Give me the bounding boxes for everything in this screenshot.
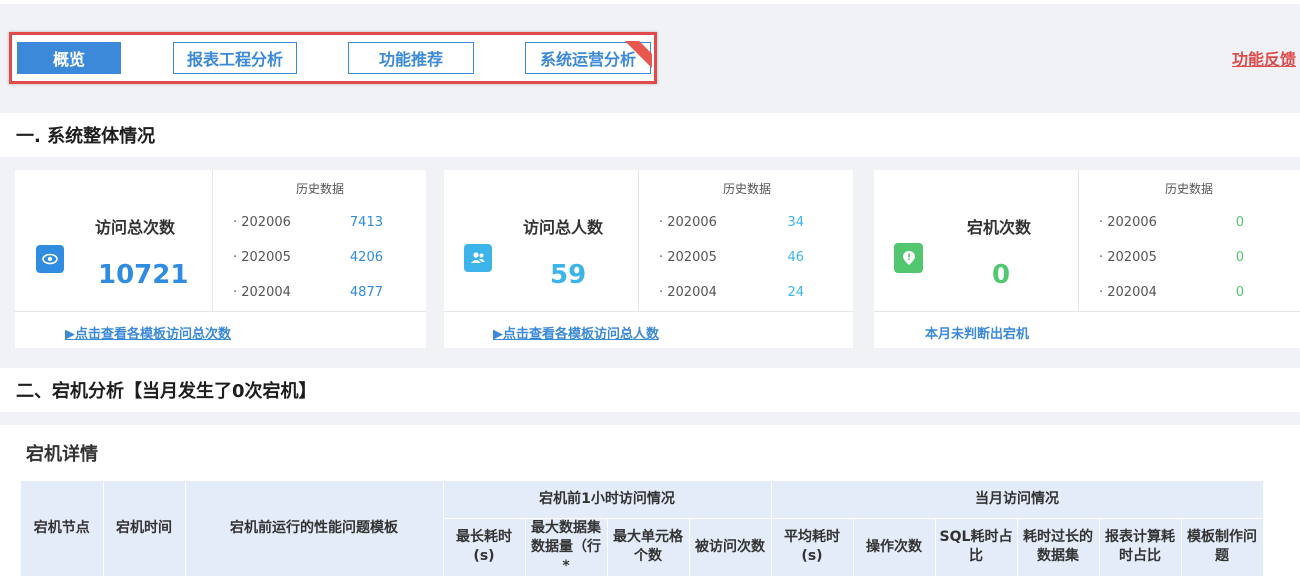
section-title-overall: 一. 系统整体情况: [0, 113, 1300, 157]
history-period: · 202004: [233, 285, 291, 300]
history-panel: 历史数据 · 202006 0 · 202005 0 · 202004 0: [1079, 170, 1300, 311]
metric-main: 访问总次数 10721: [15, 170, 213, 311]
history-period: · 202006: [1099, 215, 1157, 230]
history-value: 0: [1235, 215, 1244, 230]
history-period: · 202006: [233, 215, 291, 230]
view-template-users-link[interactable]: ▶点击查看各模板访问总人数: [493, 323, 659, 342]
col-group-before-crash: 宕机前1小时访问情况: [443, 481, 772, 519]
col-max-dataset: 最大数据集数据量（行*: [525, 518, 608, 577]
view-template-visits-link[interactable]: ▶点击查看各模板访问总次数: [65, 323, 231, 342]
history-value: 46: [787, 250, 804, 265]
col-problem-template: 宕机前运行的性能问题模板: [185, 481, 444, 577]
crash-status-note: 本月未判断出宕机: [925, 327, 1030, 342]
history-value: 4206: [349, 250, 383, 265]
tab-overview[interactable]: 概览: [17, 42, 121, 74]
card-footer: ▶点击查看各模板访问总人数: [444, 311, 853, 348]
history-value: 34: [787, 215, 804, 230]
crash-detail-panel: 宕机详情 宕机节点 宕机时间 宕机前运行的性能问题模板 宕机前1小时访问情况 当…: [0, 425, 1300, 584]
history-panel: 历史数据 · 202006 34 · 202005 46 · 202004 24: [639, 170, 853, 311]
tab-feature-recommend[interactable]: 功能推荐: [348, 42, 474, 74]
metric-title: 宕机次数: [967, 218, 1032, 237]
col-template-issue: 模板制作问题: [1181, 518, 1264, 577]
metric-value: 0: [992, 260, 1011, 290]
metric-value: 59: [550, 260, 587, 290]
history-period: · 202004: [1099, 285, 1157, 300]
history-value: 4877: [349, 285, 383, 300]
history-period: · 202005: [233, 250, 291, 265]
history-period: · 202005: [659, 250, 717, 265]
col-max-cells: 最大单元格个数: [607, 518, 690, 577]
eye-icon: [36, 245, 64, 273]
tab-system-operations[interactable]: 系统运营分析: [525, 42, 651, 74]
col-operations: 操作次数: [853, 518, 936, 577]
history-period: · 202005: [1099, 250, 1157, 265]
history-panel: 历史数据 · 202006 7413 · 202005 4206 · 20200…: [213, 170, 426, 311]
history-title: 历史数据: [296, 182, 345, 196]
metric-card-crashes: 宕机次数 0 历史数据 · 202006 0 · 202005 0 · 2020…: [874, 170, 1300, 348]
tab-bar: 概览 报表工程分析 功能推荐 系统运营分析: [9, 32, 657, 84]
history-value: 7413: [349, 215, 383, 230]
col-visits: 被访问次数: [689, 518, 772, 577]
col-avg-time: 平均耗时(s): [771, 518, 854, 577]
history-title: 历史数据: [1165, 182, 1214, 196]
history-value: 0: [1235, 285, 1244, 300]
tab-report-project-analysis[interactable]: 报表工程分析: [173, 42, 297, 74]
col-max-time: 最长耗时(s): [443, 518, 526, 577]
col-calc-ratio: 报表计算耗时占比: [1099, 518, 1182, 577]
crash-detail-table: 宕机节点 宕机时间 宕机前运行的性能问题模板 宕机前1小时访问情况 当月访问情况…: [21, 481, 1264, 577]
metric-main: 访问总人数 59: [444, 170, 639, 311]
col-slow-dataset: 耗时过长的数据集: [1017, 518, 1100, 577]
history-period: · 202004: [659, 285, 717, 300]
card-footer: ▶点击查看各模板访问总次数: [15, 311, 426, 348]
history-value: 0: [1235, 250, 1244, 265]
new-ribbon-icon: [622, 41, 652, 71]
metric-main: 宕机次数 0: [874, 170, 1079, 311]
history-title: 历史数据: [723, 182, 772, 196]
metric-card-visits: 访问总次数 10721 历史数据 · 202006 7413 · 202005 …: [15, 170, 426, 348]
metric-title: 访问总人数: [523, 218, 604, 237]
history-period: · 202006: [659, 215, 717, 230]
col-sql-ratio: SQL耗时占比: [935, 518, 1018, 577]
metric-value: 10721: [98, 260, 189, 290]
users-icon: [464, 244, 492, 272]
crash-detail-title: 宕机详情: [26, 444, 98, 465]
col-group-month: 当月访问情况: [771, 481, 1264, 519]
col-crash-time: 宕机时间: [103, 481, 186, 577]
feedback-link[interactable]: 功能反馈: [1232, 46, 1296, 70]
card-footer: 本月未判断出宕机: [874, 311, 1300, 348]
alert-pin-icon: [894, 243, 923, 273]
metric-card-users: 访问总人数 59 历史数据 · 202006 34 · 202005 46 · …: [444, 170, 853, 348]
section-title-crash-analysis: 二、宕机分析【当月发生了0次宕机】: [0, 368, 1300, 412]
col-crash-node: 宕机节点: [21, 481, 104, 577]
history-value: 24: [787, 285, 804, 300]
metric-title: 访问总次数: [95, 218, 176, 237]
top-strip: [0, 0, 1300, 4]
